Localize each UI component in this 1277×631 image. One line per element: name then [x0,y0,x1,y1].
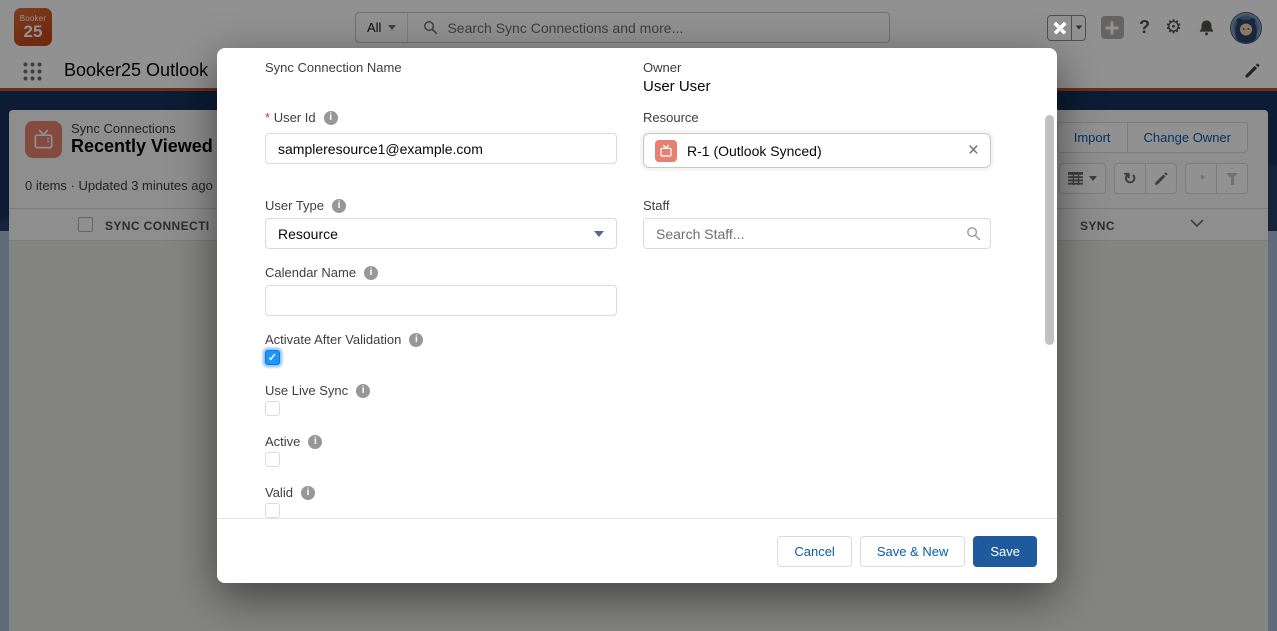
info-icon[interactable] [332,199,346,213]
info-icon[interactable] [356,384,370,398]
modal-scrollbar-thumb[interactable] [1045,115,1054,345]
user-id-input[interactable] [265,133,617,164]
valid-label: Valid [265,485,315,500]
user-type-label: User Type [265,198,346,213]
resource-object-icon [655,140,677,162]
activate-after-validation-label: Activate After Validation [265,332,423,347]
resource-pill-text: R-1 (Outlook Synced) [687,143,958,159]
active-label: Active [265,434,322,449]
resource-lookup-pill: R-1 (Outlook Synced) [643,133,991,168]
valid-checkbox[interactable] [265,503,280,518]
modal-footer: Cancel Save & New Save [217,518,1057,583]
staff-lookup [643,218,991,249]
active-checkbox[interactable] [265,452,280,467]
use-live-sync-checkbox[interactable] [265,401,280,416]
use-live-sync-label: Use Live Sync [265,383,370,398]
info-icon[interactable] [301,486,315,500]
cancel-button[interactable]: Cancel [777,536,851,567]
user-id-label: * User Id [265,110,338,125]
owner-label: Owner [643,60,681,75]
close-x-icon[interactable] [1048,16,1071,40]
chevron-down-icon [594,231,604,237]
info-icon[interactable] [324,111,338,125]
search-icon [966,226,981,241]
user-type-value: Resource [278,226,338,242]
staff-search-input[interactable] [643,218,991,249]
info-icon[interactable] [364,266,378,280]
activate-after-validation-checkbox[interactable] [265,350,280,365]
staff-label: Staff [643,198,670,213]
calendar-name-input[interactable] [265,285,617,316]
salesforce-app-screen: Booker 25 All [0,0,1277,631]
calendar-name-label: Calendar Name [265,265,378,280]
save-button[interactable]: Save [973,536,1037,567]
save-and-new-button[interactable]: Save & New [860,536,966,567]
user-type-select[interactable]: Resource [265,218,617,249]
required-asterisk: * [265,110,270,125]
owner-value: User User [643,78,711,95]
edit-sync-connection-modal: Sync Connection Name Owner User User * U… [217,48,1057,583]
info-icon[interactable] [308,435,322,449]
sync-connection-name-label: Sync Connection Name [265,60,402,75]
info-icon[interactable] [409,333,423,347]
resource-label: Resource [643,110,699,125]
remove-resource-x-icon[interactable] [968,141,979,160]
